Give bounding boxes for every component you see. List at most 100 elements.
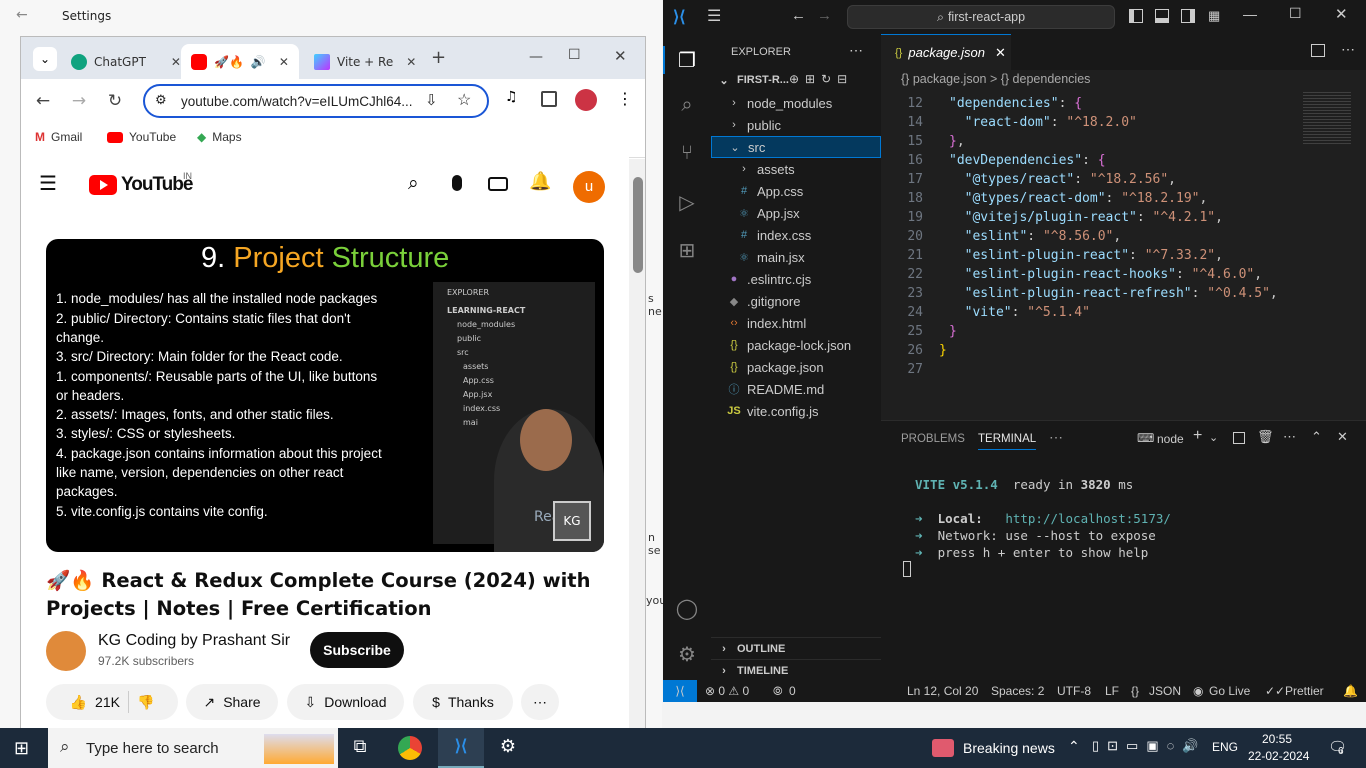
news-text[interactable]: Breaking news [963, 740, 1055, 756]
ports-count[interactable]: 0 [789, 684, 796, 698]
address-bar[interactable]: ⚙ youtube.com/watch?v=eILUmCJhl64... ⇩ ☆ [143, 84, 489, 118]
tree-gitignore[interactable]: ◆ .gitignore [711, 290, 881, 312]
close-panel-icon[interactable]: ✕ [1337, 429, 1348, 445]
more-icon[interactable]: ⋯ [1341, 41, 1355, 58]
back-icon[interactable]: ← [31, 89, 55, 113]
run-debug-icon[interactable]: ▷ [675, 190, 699, 214]
tree-node_modules[interactable]: › node_modules [711, 92, 881, 114]
install-icon[interactable]: ⇩ [425, 91, 438, 109]
reload-icon[interactable]: ↻ [103, 89, 127, 113]
new-terminal-icon[interactable]: + [1193, 427, 1202, 445]
tab-terminal[interactable]: TERMINAL [978, 433, 1037, 450]
vscode-taskbar-icon[interactable]: ⟩⟨ [438, 728, 484, 768]
site-info-icon[interactable]: ⚙ [155, 92, 167, 108]
minimap[interactable] [1303, 92, 1351, 144]
settings-gear-icon[interactable]: ⚙ [675, 642, 699, 666]
close-tab-icon[interactable]: ✕ [171, 55, 181, 69]
tree-index-css[interactable]: # index.css [711, 224, 881, 246]
clock-time[interactable]: 20:55 [1262, 732, 1292, 746]
news-icon[interactable] [932, 739, 954, 757]
close-tab-icon[interactable]: ✕ [279, 55, 289, 69]
share-button[interactable]: ↗ Share [186, 684, 278, 720]
chevron-up-icon[interactable]: ⌃ [1068, 738, 1080, 755]
tree-public[interactable]: › public [711, 114, 881, 136]
download-button[interactable]: ⇩ Download [287, 684, 404, 720]
customize-layout-icon[interactable]: ▦ [1208, 8, 1220, 24]
channel-name[interactable]: KG Coding by Prashant Sir [98, 632, 290, 650]
indentation[interactable]: Spaces: 2 [991, 684, 1044, 698]
breadcrumb[interactable]: {} package.json > {} dependencies [901, 72, 1090, 86]
close-window-icon[interactable]: ✕ [614, 47, 627, 65]
maximize-icon[interactable]: ☐ [1289, 5, 1302, 22]
close-icon[interactable]: ✕ [1335, 5, 1348, 23]
audio-icon[interactable]: 🔊 [251, 55, 266, 69]
more-actions-button[interactable]: ⋯ [521, 684, 559, 720]
command-center-search[interactable]: ⌕ first-react-app [847, 5, 1115, 29]
problems-status[interactable]: ⊗ 0 ⚠ 0 [705, 684, 749, 698]
cursor-position[interactable]: Ln 12, Col 20 [907, 684, 978, 698]
forward-icon[interactable]: → [67, 89, 91, 113]
maximize-panel-icon[interactable]: ⌃ [1311, 429, 1322, 445]
notifications-bell-icon[interactable]: 🔔 [1343, 684, 1358, 698]
bookmark-youtube[interactable]: YouTube [107, 123, 176, 151]
page-scrollbar[interactable] [629, 159, 645, 729]
terminal-name[interactable]: node [1157, 432, 1184, 446]
settings-taskbar-icon[interactable]: ⚙ [496, 736, 520, 760]
chrome-taskbar-icon[interactable] [398, 736, 422, 760]
youtube-logo-text[interactable]: YouTube [121, 174, 193, 196]
menu-dots-icon[interactable]: ⋮ [617, 89, 633, 108]
notifications-bell-icon[interactable]: 🔔 [529, 171, 551, 192]
explorer-actions-icon[interactable]: ⊕⊞↻⊟ [789, 72, 853, 86]
accounts-icon[interactable]: ◯ [675, 596, 699, 620]
maximize-icon[interactable]: ☐ [568, 47, 581, 63]
encoding[interactable]: UTF-8 [1057, 684, 1091, 698]
toggle-secondary-sidebar-icon[interactable] [1181, 9, 1195, 23]
search-icon[interactable]: ⌕ [408, 173, 419, 195]
subscribe-button[interactable]: Subscribe [310, 632, 404, 668]
close-tab-icon[interactable]: ✕ [995, 45, 1006, 61]
prettier-status[interactable]: Prettier [1285, 684, 1324, 698]
tree-readme[interactable]: ⓘ README.md [711, 378, 881, 400]
menu-icon[interactable]: ☰ [707, 6, 721, 26]
tree-main-jsx[interactable]: ⚛ main.jsx [711, 246, 881, 268]
tree-package-json[interactable]: {} package.json [711, 356, 881, 378]
extensions-icon[interactable]: ⊞ [675, 238, 699, 262]
more-icon[interactable]: ⋯ [1283, 429, 1296, 445]
like-icon[interactable]: 👍 [70, 694, 87, 711]
toggle-sidebar-icon[interactable] [1129, 9, 1143, 23]
search-icon[interactable]: ⌕ [675, 94, 699, 118]
clock-date[interactable]: 22-02-2024 [1248, 749, 1309, 763]
trash-icon[interactable]: 🗑 [1257, 429, 1274, 445]
thanks-button[interactable]: $ Thanks [413, 684, 513, 720]
minimize-icon[interactable]: — [1243, 6, 1257, 22]
bookmark-maps[interactable]: ◆ Maps [197, 123, 242, 151]
chevron-down-icon[interactable]: ⌄ [1209, 431, 1218, 444]
hamburger-menu-icon[interactable]: ☰ [39, 171, 57, 196]
close-tab-icon[interactable]: ✕ [406, 55, 416, 69]
outline-section[interactable]: › OUTLINE [711, 637, 881, 659]
windows-start-icon[interactable]: ⊞ [14, 738, 29, 759]
profile-avatar[interactable] [575, 89, 597, 111]
split-editor-icon[interactable] [1311, 44, 1325, 57]
language-mode[interactable]: JSON [1149, 684, 1181, 698]
code-editor[interactable]: 12 14 15 16 17 18 19 20 21 22 23 24 25 2… [881, 94, 1366, 414]
bookmark-star-icon[interactable]: ☆ [457, 90, 471, 110]
create-video-icon[interactable] [488, 177, 508, 191]
new-tab-icon[interactable]: + [431, 47, 446, 68]
tab-search-icon[interactable]: ⌄ [33, 47, 57, 71]
input-language[interactable]: ENG [1212, 740, 1238, 754]
toggle-panel-icon[interactable] [1155, 9, 1169, 23]
split-terminal-icon[interactable] [1233, 432, 1245, 444]
like-count[interactable]: 21K [95, 694, 120, 710]
back-arrow-icon[interactable]: ← [16, 7, 28, 23]
scrollbar-thumb[interactable] [633, 177, 643, 273]
back-icon[interactable]: ← [791, 7, 806, 24]
tab-vite[interactable]: Vite + Re ✕ [304, 44, 426, 79]
tray-icons[interactable]: ▯⊡▭▣◌🔊 [1092, 738, 1207, 754]
dislike-icon[interactable]: 👎 [137, 694, 154, 711]
tree-src[interactable]: ⌄ src [711, 136, 881, 158]
tab-package-json[interactable]: {} package.json ✕ [881, 34, 1011, 70]
tree-app-jsx[interactable]: ⚛ App.jsx [711, 202, 881, 224]
line-ending[interactable]: LF [1105, 684, 1119, 698]
go-live-button[interactable]: Go Live [1209, 684, 1250, 698]
